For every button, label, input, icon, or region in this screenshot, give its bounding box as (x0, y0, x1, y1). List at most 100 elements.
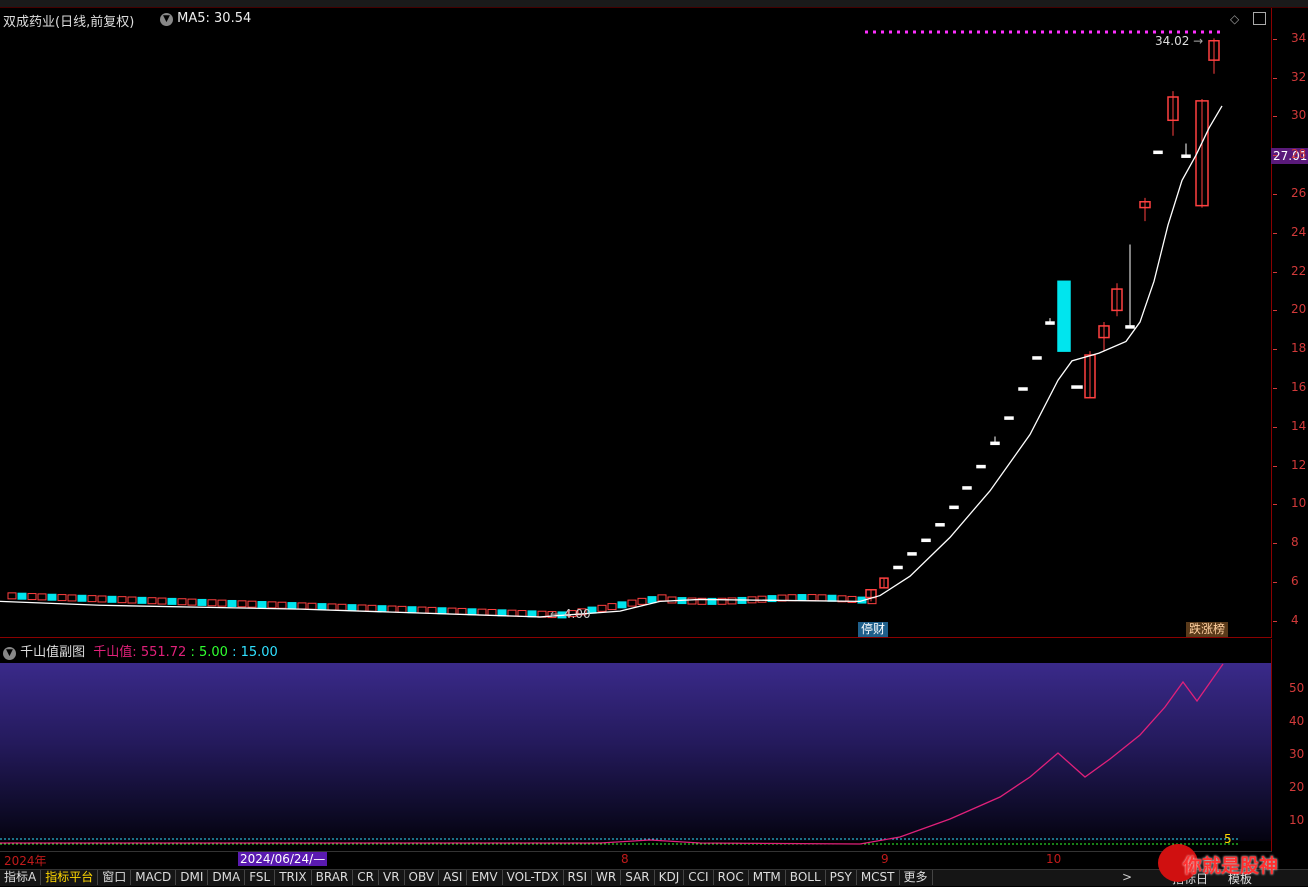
tab-20[interactable]: ROC (714, 870, 749, 885)
candle (597, 604, 607, 612)
event-badge-ranking[interactable]: 跌涨榜 (1186, 622, 1229, 637)
tab-7[interactable]: TRIX (275, 870, 312, 885)
tab-18[interactable]: KDJ (655, 870, 685, 885)
tab-2[interactable]: 窗口 (98, 870, 132, 885)
price-tick-6: 6 (1291, 574, 1299, 588)
tab-6[interactable]: FSL (245, 870, 276, 885)
sub-tick-40: 40 (1289, 714, 1305, 728)
tab-23[interactable]: PSY (826, 870, 857, 885)
tab-16[interactable]: WR (592, 870, 622, 885)
candle (57, 594, 67, 602)
candle (177, 598, 187, 606)
tab-1[interactable]: 指标平台 (41, 870, 99, 885)
price-tick-mark (1273, 310, 1277, 312)
candle-body (1018, 387, 1028, 391)
candle (807, 594, 817, 602)
tab-11[interactable]: OBV (405, 870, 440, 885)
candle (447, 607, 457, 615)
tab-12[interactable]: ASI (439, 870, 468, 885)
candle (467, 608, 477, 616)
candle (627, 599, 637, 607)
price-tick-mark (1273, 465, 1277, 467)
candle (637, 597, 647, 605)
price-tick-mark (1273, 271, 1277, 273)
candle-body (1153, 150, 1163, 155)
price-tick-10: 10 (1291, 496, 1307, 511)
candle (187, 598, 197, 606)
candle (387, 605, 397, 613)
date-axis (0, 851, 1272, 869)
tab-22[interactable]: BOLL (786, 870, 826, 885)
candle-body (1057, 280, 1071, 352)
candle (227, 599, 237, 607)
candle (207, 599, 217, 607)
candle (787, 594, 797, 602)
candle (357, 604, 367, 612)
candle-body (935, 523, 945, 527)
tab-25[interactable]: 更多 (900, 870, 933, 885)
candle-body (976, 464, 986, 469)
candle (157, 597, 167, 605)
candle (137, 596, 147, 604)
candle (127, 596, 137, 604)
price-tick-mark (1273, 582, 1277, 583)
tab-5[interactable]: DMA (208, 870, 246, 885)
candle-body (893, 565, 903, 570)
tab-13[interactable]: EMV (467, 870, 503, 885)
tab-10[interactable]: VR (379, 870, 405, 885)
candle-body (990, 441, 1000, 446)
candle (647, 596, 657, 604)
tab-21[interactable]: MTM (749, 870, 786, 885)
candle (197, 598, 207, 606)
top-toolbar (0, 0, 1308, 8)
price-tick-4: 4 (1291, 612, 1299, 627)
high-price-label: 34.02 → (1155, 34, 1204, 48)
ma5-line (0, 105, 1223, 618)
candle (237, 600, 247, 608)
tab-8[interactable]: BRAR (312, 870, 354, 885)
watermark-text: 你就是股神 (1183, 855, 1279, 877)
candle (167, 597, 177, 605)
candle-body (962, 486, 972, 490)
tab-14[interactable]: VOL-TDX (503, 870, 564, 885)
tab-0[interactable]: 指标A (0, 870, 42, 885)
price-tick-14: 14 (1291, 418, 1307, 433)
next-tabs-icon[interactable]: > (1122, 870, 1132, 884)
price-tick-22: 22 (1291, 263, 1307, 278)
candle (277, 601, 287, 609)
tab-17[interactable]: SAR (621, 870, 655, 885)
candle (7, 592, 17, 600)
price-tick-32: 32 (1291, 69, 1307, 84)
candle (117, 596, 127, 604)
candle (47, 593, 57, 601)
candle (297, 602, 307, 610)
candle-body (949, 505, 959, 510)
price-tick-18: 18 (1291, 341, 1307, 356)
price-tick-12: 12 (1291, 457, 1307, 472)
candle (307, 602, 317, 610)
tab-9[interactable]: CR (353, 870, 379, 885)
candle (27, 593, 37, 601)
tab-24[interactable]: MCST (857, 870, 900, 885)
event-badge-financial[interactable]: 停财 (858, 622, 889, 637)
sub-tick-50: 50 (1289, 681, 1305, 695)
cursor-date: 2024/06/24/— (238, 852, 328, 866)
tab-15[interactable]: RSI (564, 870, 593, 885)
candle (317, 603, 327, 611)
sub-tick-10: 10 (1289, 813, 1305, 827)
sub-tick-20: 20 (1289, 780, 1305, 794)
candle (77, 594, 87, 602)
date-year: 2024年 (4, 854, 47, 868)
candle-body (1032, 356, 1042, 360)
price-tick-mark (1273, 504, 1277, 506)
price-tick-mark (1273, 620, 1277, 622)
candle (437, 607, 447, 615)
candle (457, 607, 467, 615)
price-tick-mark (1273, 388, 1277, 389)
tab-3[interactable]: MACD (131, 870, 177, 885)
tab-19[interactable]: CCI (684, 870, 714, 885)
tab-4[interactable]: DMI (176, 870, 209, 885)
candle (347, 604, 357, 612)
price-tick-8: 8 (1291, 535, 1299, 550)
price-tick-mark (1273, 543, 1277, 545)
